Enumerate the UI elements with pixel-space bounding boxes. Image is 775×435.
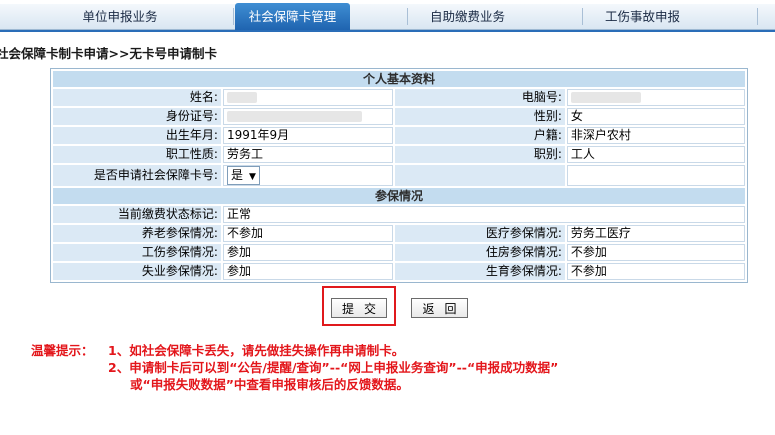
field-label: 是否申请社会保障卡号: xyxy=(53,165,221,186)
redacted-value xyxy=(570,92,641,103)
tab-self-payment[interactable]: 自助缴费业务 xyxy=(410,4,525,29)
housing-value: 不参加 xyxy=(566,244,745,261)
redacted-value xyxy=(226,111,362,122)
payment-status-value: 正常 xyxy=(222,206,745,223)
employee-type-value: 劳务工 xyxy=(222,146,393,163)
field-label: 身份证号: xyxy=(53,108,221,125)
field-label: 性别: xyxy=(394,108,565,125)
field-label: 姓名: xyxy=(53,89,221,106)
submit-button[interactable]: 提交 xyxy=(331,298,387,318)
field-label: 职别: xyxy=(394,146,565,163)
table-row: 是否申请社会保障卡号: 是 ▼ xyxy=(53,165,745,186)
pension-value: 不参加 xyxy=(222,225,393,242)
injury-value: 参加 xyxy=(222,244,393,261)
apply-card-select[interactable]: 是 ▼ xyxy=(226,166,260,185)
table-row: 养老参保情况: 不参加 医疗参保情况: 劳务工医疗 xyxy=(53,225,745,242)
computer-no-value xyxy=(566,89,745,106)
table-row: 身份证号: 性别: 女 xyxy=(53,108,745,125)
section-title-basic: 个人基本资料 xyxy=(53,71,745,87)
section-title-insurance: 参保情况 xyxy=(53,188,745,204)
tip-line-3: 或“申报失败数据”中查看申报审核后的反馈数据。 xyxy=(130,377,409,392)
empty-cell xyxy=(566,165,745,186)
tab-work-injury[interactable]: 工伤事故申报 xyxy=(585,4,700,29)
table-row: 出生年月: 1991年9月 户籍: 非深户农村 xyxy=(53,127,745,144)
birth-month-value: 1991年9月 xyxy=(222,127,393,144)
table-row: 失业参保情况: 参加 生育参保情况: 不参加 xyxy=(53,263,745,280)
table-row: 姓名: 电脑号: xyxy=(53,89,745,106)
field-label: 失业参保情况: xyxy=(53,263,221,280)
field-label: 职工性质: xyxy=(53,146,221,163)
redacted-value xyxy=(226,92,257,103)
field-label: 养老参保情况: xyxy=(53,225,221,242)
tab-separator xyxy=(757,8,758,25)
field-label: 户籍: xyxy=(394,127,565,144)
tip-prefix: 温馨提示： xyxy=(31,343,94,358)
table-row: 职工性质: 劳务工 职别: 工人 xyxy=(53,146,745,163)
field-label: 出生年月: xyxy=(53,127,221,144)
tab-underline xyxy=(0,30,775,32)
job-level-value: 工人 xyxy=(566,146,745,163)
top-nav: 单位申报业务 社会保障卡管理 自助缴费业务 工伤事故申报 xyxy=(0,0,775,35)
apply-card-select-value: 是 xyxy=(230,168,243,182)
tab-separator xyxy=(407,8,408,25)
field-label: 工伤参保情况: xyxy=(53,244,221,261)
field-label: 当前缴费状态标记: xyxy=(53,206,221,223)
field-label: 医疗参保情况: xyxy=(394,225,565,242)
medical-value: 劳务工医疗 xyxy=(566,225,745,242)
tab-separator xyxy=(582,8,583,25)
apply-card-cell: 是 ▼ xyxy=(222,165,393,186)
household-value: 非深户农村 xyxy=(566,127,745,144)
field-label: 生育参保情况: xyxy=(394,263,565,280)
tab-social-security-card[interactable]: 社会保障卡管理 xyxy=(235,3,350,30)
unemployment-value: 参加 xyxy=(222,263,393,280)
tab-unit-declaration[interactable]: 单位申报业务 xyxy=(55,4,185,29)
field-label: 住房参保情况: xyxy=(394,244,565,261)
chevron-down-icon: ▼ xyxy=(248,172,256,182)
application-form: 个人基本资料 姓名: 电脑号: 身份证号: 性别: 女 出生年月: 1991年9… xyxy=(50,68,748,283)
gender-value: 女 xyxy=(566,108,745,125)
field-label: 电脑号: xyxy=(394,89,565,106)
name-value xyxy=(222,89,393,106)
id-number-value xyxy=(222,108,393,125)
tab-separator xyxy=(233,8,234,25)
back-button[interactable]: 返回 xyxy=(411,298,468,318)
table-row: 工伤参保情况: 参加 住房参保情况: 不参加 xyxy=(53,244,745,261)
empty-cell xyxy=(394,165,565,186)
table-row: 当前缴费状态标记: 正常 xyxy=(53,206,745,223)
breadcrumb: 社会保障卡制卡申请>>无卡号申请制卡 xyxy=(0,46,217,61)
maternity-value: 不参加 xyxy=(566,263,745,280)
